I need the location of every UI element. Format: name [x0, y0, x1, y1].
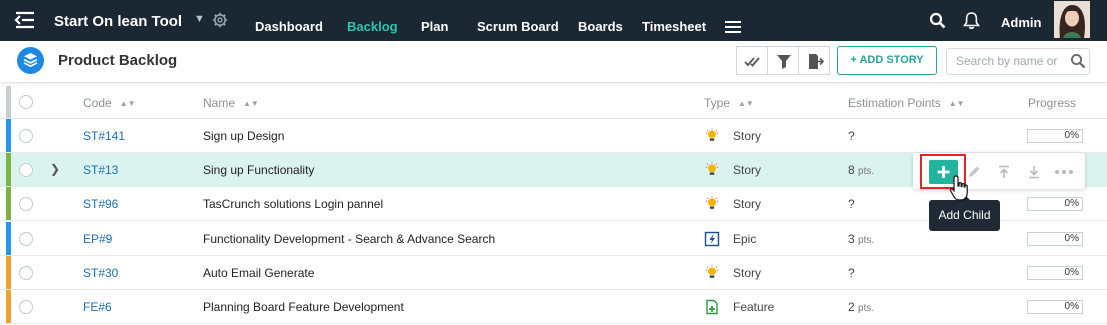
estimation-points: ?: [848, 265, 855, 280]
gear-icon[interactable]: [212, 12, 228, 28]
row-color-bar: [6, 86, 11, 118]
progress-bar: 0%: [1027, 300, 1083, 314]
export-button[interactable]: [798, 46, 830, 75]
bulk-select-button[interactable]: [736, 46, 768, 75]
item-code[interactable]: EP#9: [83, 232, 112, 246]
search-input[interactable]: Search by name or: [946, 48, 1090, 75]
nav-boards[interactable]: Boards: [578, 19, 623, 34]
filter-button[interactable]: [767, 46, 799, 75]
sort-icon[interactable]: ▲▼: [243, 99, 259, 108]
row-checkbox[interactable]: [19, 197, 33, 212]
item-code[interactable]: ST#30: [83, 266, 118, 280]
row-color-bar: [6, 153, 11, 187]
item-type: Feature: [733, 300, 775, 314]
item-name[interactable]: Planning Board Feature Development: [203, 300, 404, 314]
search-icon[interactable]: [1070, 53, 1086, 69]
avatar[interactable]: [1054, 1, 1090, 38]
bell-icon[interactable]: [963, 11, 980, 30]
row-checkbox[interactable]: [19, 129, 33, 143]
move-bottom-icon[interactable]: [1026, 164, 1042, 180]
row-checkbox[interactable]: [19, 163, 33, 178]
column-code[interactable]: Code ▲▼: [83, 96, 136, 110]
item-type: Story: [733, 129, 762, 143]
expand-chevron-icon[interactable]: ❯: [50, 162, 60, 176]
lightbulb-icon: [705, 196, 719, 210]
sort-icon[interactable]: ▲▼: [949, 99, 965, 108]
item-name[interactable]: Functionality Development - Search & Adv…: [203, 232, 495, 246]
column-name[interactable]: Name ▲▼: [203, 96, 259, 110]
table-row[interactable]: ST#30 Auto Email Generate Story? 0%: [0, 255, 1107, 290]
row-checkbox[interactable]: [19, 300, 33, 314]
export-icon: [809, 54, 825, 69]
chevron-down-icon[interactable]: ▼: [194, 13, 205, 25]
sort-icon[interactable]: ▲▼: [738, 99, 754, 108]
table-row[interactable]: ST#141 Sign up Design Story? 0%: [0, 119, 1107, 153]
search-icon[interactable]: [929, 12, 946, 29]
item-name[interactable]: Sing up Functionality: [203, 163, 314, 177]
item-name[interactable]: Sign up Design: [203, 129, 284, 143]
estimation-points: 8 pts.: [848, 163, 875, 178]
row-color-bar: [6, 255, 11, 289]
estimation-points: ?: [848, 197, 855, 212]
feature-doc-icon: [706, 299, 718, 315]
item-code[interactable]: ST#141: [83, 129, 125, 143]
page-title: Product Backlog: [58, 52, 178, 69]
column-estimation[interactable]: Estimation Points ▲▼: [848, 96, 965, 110]
row-color-bar: [6, 290, 11, 323]
table-header: Code ▲▼ Name ▲▼ Type ▲▼ Estimation Points ▲▼…: [0, 86, 1107, 119]
column-type[interactable]: Type ▲▼: [704, 96, 754, 110]
item-code[interactable]: ST#96: [83, 197, 118, 211]
nav-dashboard[interactable]: Dashboard: [255, 19, 323, 34]
add-child-tooltip: Add Child: [929, 194, 1000, 231]
item-name[interactable]: TasCrunch solutions Login pannel: [203, 197, 383, 211]
select-all-checkbox[interactable]: [19, 95, 33, 109]
estimation-points: 3 pts.: [848, 231, 875, 246]
app-title[interactable]: Start On lean Tool: [54, 13, 182, 30]
estimation-points: 2 pts.: [848, 300, 875, 314]
item-type: Story: [733, 265, 762, 280]
lightning-icon: [704, 231, 720, 246]
top-navbar: Start On lean Tool ▼ Dashboard Backlog P…: [0, 0, 1107, 41]
double-check-icon: [744, 57, 760, 67]
row-checkbox[interactable]: [19, 265, 33, 280]
hand-cursor-icon: [949, 175, 968, 201]
row-color-bar: [6, 221, 11, 255]
item-type: Story: [733, 197, 762, 212]
lightbulb-icon: [705, 265, 719, 278]
layers-icon: [17, 47, 44, 74]
column-progress: Progress: [1028, 96, 1077, 110]
lightbulb-icon: [705, 128, 719, 141]
nav-timesheet[interactable]: Timesheet: [642, 19, 706, 34]
filter-icon: [777, 55, 791, 69]
table-row[interactable]: FE#6 Planning Board Feature Development Fe…: [0, 290, 1107, 324]
hamburger-menu-icon[interactable]: [725, 21, 741, 33]
nav-scrum-board[interactable]: Scrum Board: [477, 19, 559, 34]
nav-plan[interactable]: Plan: [421, 19, 448, 34]
lightbulb-icon: [705, 162, 719, 175]
nav-backlog[interactable]: Backlog: [347, 19, 398, 34]
page-header: Product Backlog + ADD STORY Search by na…: [0, 41, 1107, 83]
user-name[interactable]: Admin: [1001, 15, 1041, 30]
add-story-button[interactable]: + ADD STORY: [837, 46, 937, 75]
row-checkbox[interactable]: [19, 231, 33, 246]
move-top-icon[interactable]: [996, 164, 1012, 180]
progress-bar: 0%: [1027, 197, 1083, 212]
item-type: Epic: [733, 231, 757, 246]
row-color-bar: [6, 187, 11, 221]
sort-icon[interactable]: ▲▼: [120, 99, 136, 108]
progress-bar: 0%: [1027, 265, 1083, 280]
item-type: Story: [733, 163, 762, 178]
progress-bar: 0%: [1027, 231, 1083, 246]
item-code[interactable]: FE#6: [83, 300, 112, 314]
item-name[interactable]: Auto Email Generate: [203, 266, 314, 280]
more-icon[interactable]: [1053, 164, 1075, 180]
estimation-points: ?: [848, 129, 855, 143]
sidebar-toggle-icon[interactable]: [14, 11, 36, 29]
item-code[interactable]: ST#13: [83, 163, 118, 177]
row-color-bar: [6, 119, 11, 152]
progress-bar: 0%: [1027, 129, 1083, 143]
